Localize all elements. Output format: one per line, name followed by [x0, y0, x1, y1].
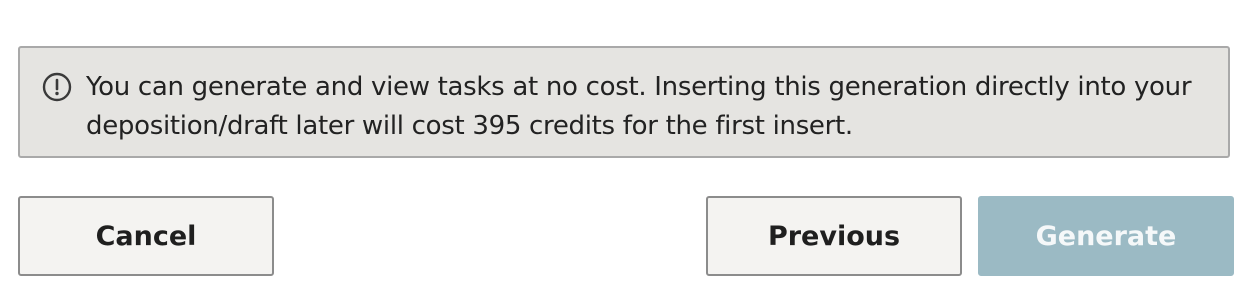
generate-button[interactable]: Generate	[978, 196, 1234, 276]
previous-button[interactable]: Previous	[706, 196, 962, 276]
exclamation-circle-icon	[42, 72, 72, 102]
cancel-button[interactable]: Cancel	[18, 196, 274, 276]
credit-notice-banner: You can generate and view tasks at no co…	[18, 46, 1230, 158]
notice-text: You can generate and view tasks at no co…	[86, 72, 1192, 141]
